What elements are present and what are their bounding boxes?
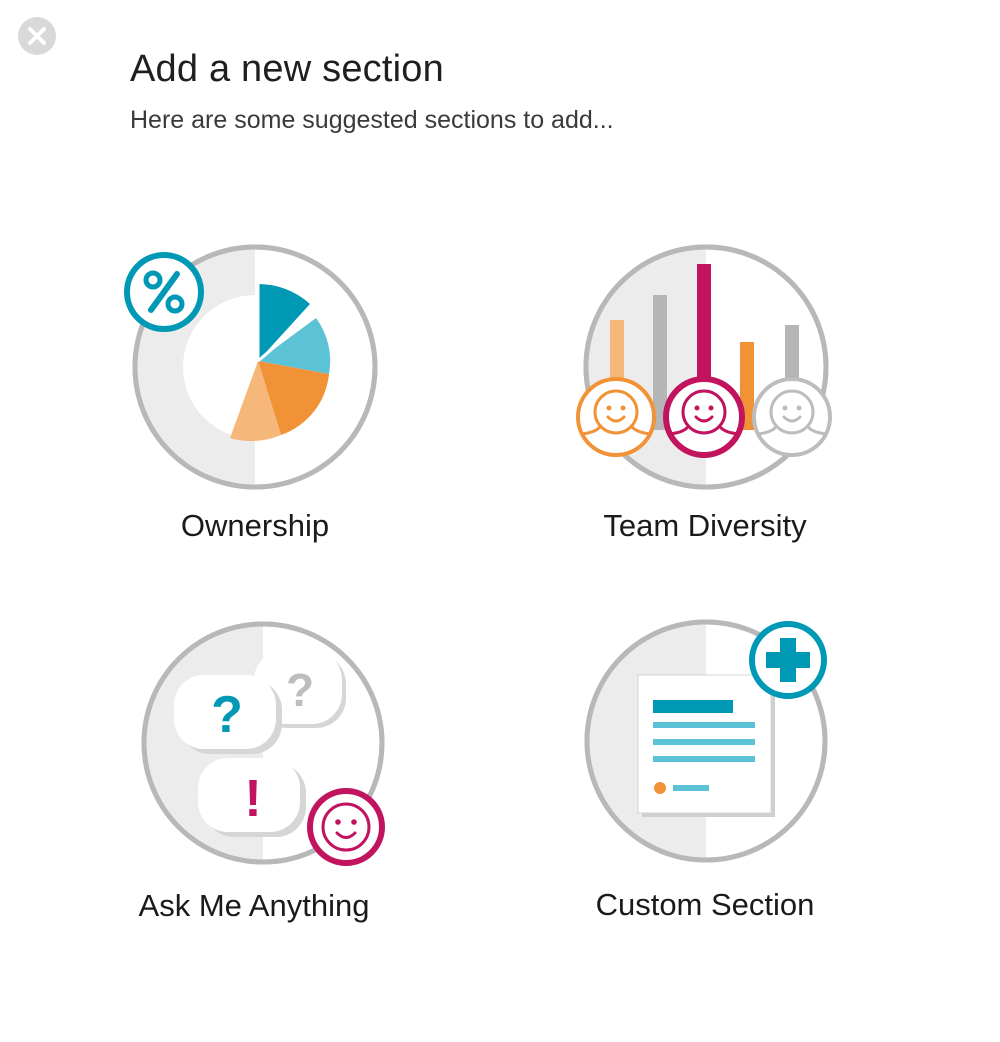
section-card-ask-me-anything[interactable]: ? ? ! Ask Me Anything <box>114 618 394 938</box>
section-card-team-diversity[interactable]: Team Diversity <box>565 240 845 560</box>
close-button[interactable] <box>18 17 56 55</box>
plus-icon <box>749 621 827 699</box>
svg-text:!: ! <box>244 770 261 828</box>
dialog-title: Add a new section <box>130 48 444 90</box>
section-label-ask-me-anything: Ask Me Anything <box>138 888 370 923</box>
percent-icon <box>124 252 204 332</box>
section-label-team-diversity: Team Diversity <box>603 508 807 543</box>
svg-text:?: ? <box>211 686 243 744</box>
smiley-icon <box>307 788 385 866</box>
section-label-custom-section: Custom Section <box>595 887 815 922</box>
close-icon <box>28 27 46 45</box>
svg-text:?: ? <box>286 664 314 716</box>
dialog-subtitle: Here are some suggested sections to add.… <box>130 106 614 134</box>
section-card-ownership[interactable]: Ownership <box>115 240 395 560</box>
section-label-ownership: Ownership <box>180 508 330 543</box>
section-card-custom-section[interactable]: Custom Section <box>565 618 855 938</box>
bar-chart-people-icon <box>576 244 832 490</box>
